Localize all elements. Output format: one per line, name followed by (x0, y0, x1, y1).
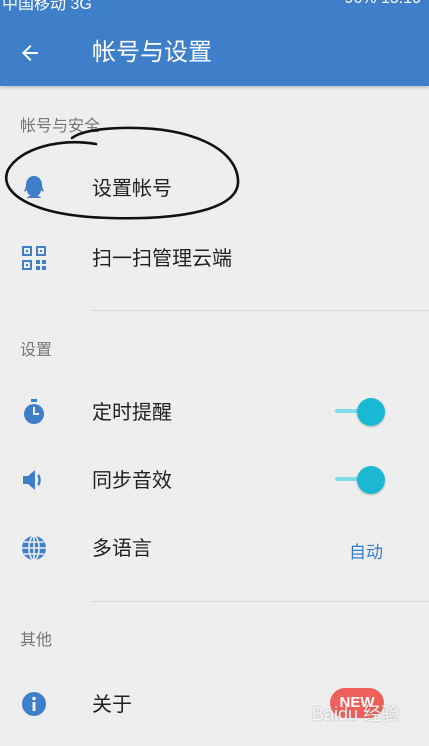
list-item-language[interactable]: 多语言 自动 (0, 514, 429, 580)
list-item-label: 关于 (92, 692, 132, 716)
list-item-label: 定时提醒 (92, 400, 172, 424)
language-value: 自动 (349, 543, 383, 563)
reminder-toggle[interactable] (333, 398, 385, 426)
section-header-account: 帐号与安全 (20, 116, 101, 135)
page-title: 帐号与设置 (92, 38, 212, 66)
info-icon (20, 690, 48, 718)
divider (92, 601, 429, 602)
back-button[interactable] (14, 37, 46, 69)
divider (92, 310, 429, 311)
section-header-other: 其他 (20, 630, 53, 649)
toggle-thumb (357, 398, 385, 426)
qr-code-icon (20, 244, 48, 272)
speaker-icon (20, 466, 48, 494)
list-item-timed-reminder[interactable]: 定时提醒 (0, 378, 429, 444)
battery-time-text: 96% 15:10 (344, 0, 421, 8)
list-item-label: 多语言 (92, 536, 152, 560)
carrier-text: 中国移动 3G (2, 0, 92, 13)
qq-penguin-icon (20, 174, 48, 202)
stopwatch-icon (20, 398, 48, 426)
arrow-left-icon (22, 45, 38, 61)
list-item-label: 同步音效 (92, 468, 172, 492)
globe-icon (20, 534, 48, 562)
baidu-watermark: Baidu 经验 (311, 704, 399, 724)
list-item-label: 扫一扫管理云端 (92, 246, 232, 270)
list-item-scan-cloud[interactable]: 扫一扫管理云端 (0, 224, 429, 290)
toggle-thumb (357, 466, 385, 494)
sound-toggle[interactable] (333, 466, 385, 494)
status-bar: 中国移动 3G 96% 15:10 (0, 0, 429, 20)
list-item-set-account[interactable]: 设置帐号 (0, 154, 429, 220)
list-item-sync-sound[interactable]: 同步音效 (0, 446, 429, 512)
list-item-label: 设置帐号 (92, 176, 172, 200)
app-bar: 帐号与设置 (0, 20, 429, 86)
section-header-settings: 设置 (20, 340, 53, 359)
